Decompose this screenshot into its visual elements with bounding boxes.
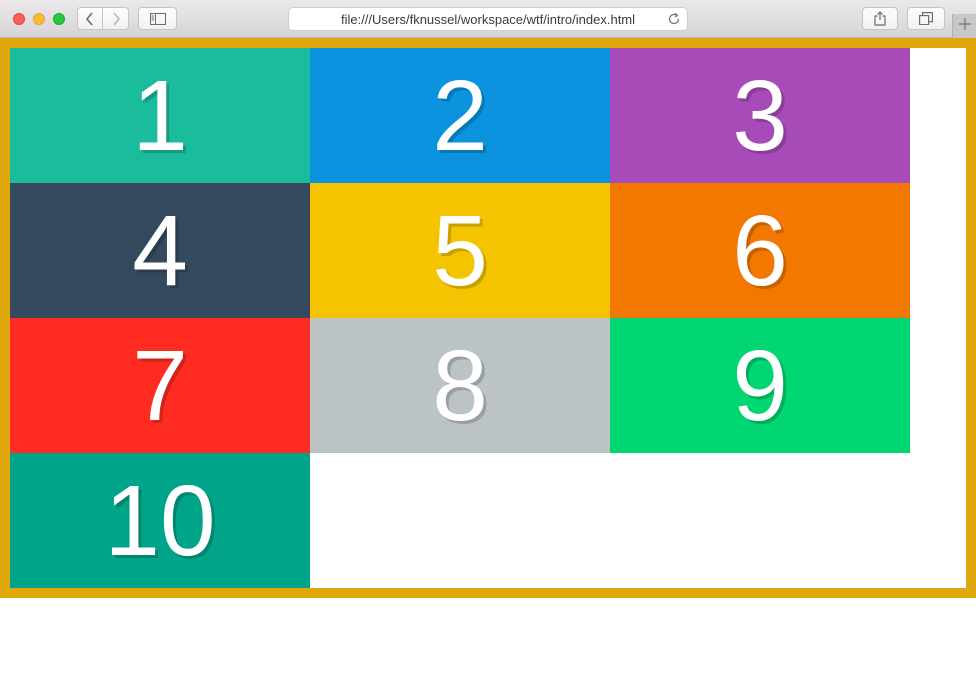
grid-item-2: 2: [310, 48, 610, 183]
back-button[interactable]: [77, 7, 103, 30]
chevron-left-icon: [85, 11, 95, 26]
chevron-right-icon: [111, 11, 121, 26]
new-tab-button[interactable]: [952, 14, 976, 38]
grid-item-6: 6: [610, 183, 910, 318]
grid-item-4: 4: [10, 183, 310, 318]
address-bar[interactable]: file:///Users/fknussel/workspace/wtf/int…: [288, 7, 688, 31]
grid-item-3: 3: [610, 48, 910, 183]
share-icon: [874, 11, 886, 26]
sidebar-icon: [149, 12, 166, 25]
grid-item-1: 1: [10, 48, 310, 183]
tabs-overview-icon: [919, 12, 933, 25]
close-window-button[interactable]: [13, 13, 25, 25]
share-button[interactable]: [862, 7, 898, 30]
page-container: 1 2 3 4 5 6 7 8 9 10: [0, 38, 976, 598]
forward-button[interactable]: [103, 7, 129, 30]
address-url: file:///Users/fknussel/workspace/wtf/int…: [340, 11, 636, 27]
sidebar-toggle-button[interactable]: [138, 7, 177, 30]
grid-container: 1 2 3 4 5 6 7 8 9 10: [10, 48, 966, 588]
grid-item-7: 7: [10, 318, 310, 453]
minimize-window-button[interactable]: [33, 13, 45, 25]
show-all-tabs-button[interactable]: [907, 7, 945, 30]
grid-item-8: 8: [310, 318, 610, 453]
reload-icon[interactable]: [667, 12, 681, 29]
browser-toolbar: file:///Users/fknussel/workspace/wtf/int…: [0, 0, 976, 38]
zoom-window-button[interactable]: [53, 13, 65, 25]
grid-item-5: 5: [310, 183, 610, 318]
plus-icon: [958, 17, 971, 35]
grid-item-10: 10: [10, 453, 310, 588]
grid-item-9: 9: [610, 318, 910, 453]
